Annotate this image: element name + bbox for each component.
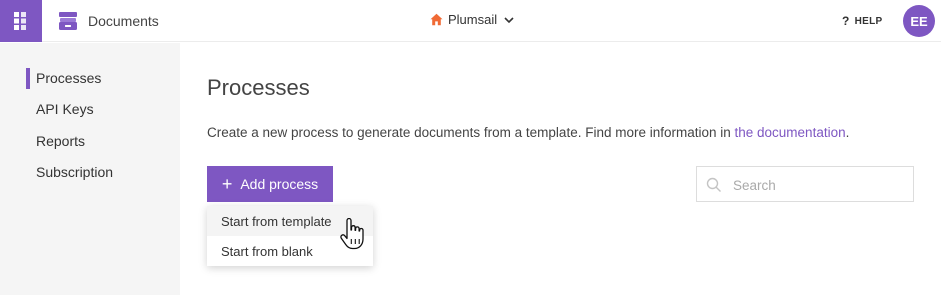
sidebar: Processes API Keys Reports Subscription xyxy=(0,43,180,295)
page-description: Create a new process to generate documen… xyxy=(207,125,849,140)
home-icon xyxy=(430,13,443,26)
search-icon xyxy=(706,177,721,192)
documents-logo-icon xyxy=(59,12,77,30)
description-text: Create a new process to generate documen… xyxy=(207,125,735,140)
search-input[interactable] xyxy=(733,175,903,195)
tenant-switcher[interactable]: Plumsail xyxy=(430,12,515,27)
sidebar-item-api-keys[interactable]: API Keys xyxy=(36,101,94,117)
help-button[interactable]: ? HELP xyxy=(842,14,883,28)
chevron-down-icon xyxy=(504,16,514,23)
active-nav-indicator xyxy=(26,68,30,89)
sidebar-item-reports[interactable]: Reports xyxy=(36,133,85,149)
menu-item-start-from-blank[interactable]: Start from blank xyxy=(207,236,373,266)
menu-item-start-from-template[interactable]: Start from template xyxy=(207,206,373,236)
app-launcher-button[interactable] xyxy=(0,0,42,42)
add-process-menu: Start from template Start from blank xyxy=(207,206,373,266)
sidebar-item-subscription[interactable]: Subscription xyxy=(36,164,113,180)
add-process-button[interactable]: + Add process xyxy=(207,166,333,202)
add-process-label: Add process xyxy=(240,176,319,192)
help-label: HELP xyxy=(854,15,883,27)
question-icon: ? xyxy=(842,14,850,28)
description-suffix: . xyxy=(845,125,850,140)
user-avatar[interactable]: EE xyxy=(903,5,935,37)
app-title: Documents xyxy=(88,13,159,29)
search-box[interactable] xyxy=(696,166,914,202)
tenant-name: Plumsail xyxy=(448,12,498,27)
grid-icon xyxy=(14,12,26,30)
top-bar: Documents Plumsail ? HELP EE xyxy=(0,0,941,42)
page-title: Processes xyxy=(207,75,310,100)
documentation-link[interactable]: the documentation xyxy=(735,125,846,140)
sidebar-item-processes[interactable]: Processes xyxy=(36,70,101,86)
plus-icon: + xyxy=(221,174,233,194)
